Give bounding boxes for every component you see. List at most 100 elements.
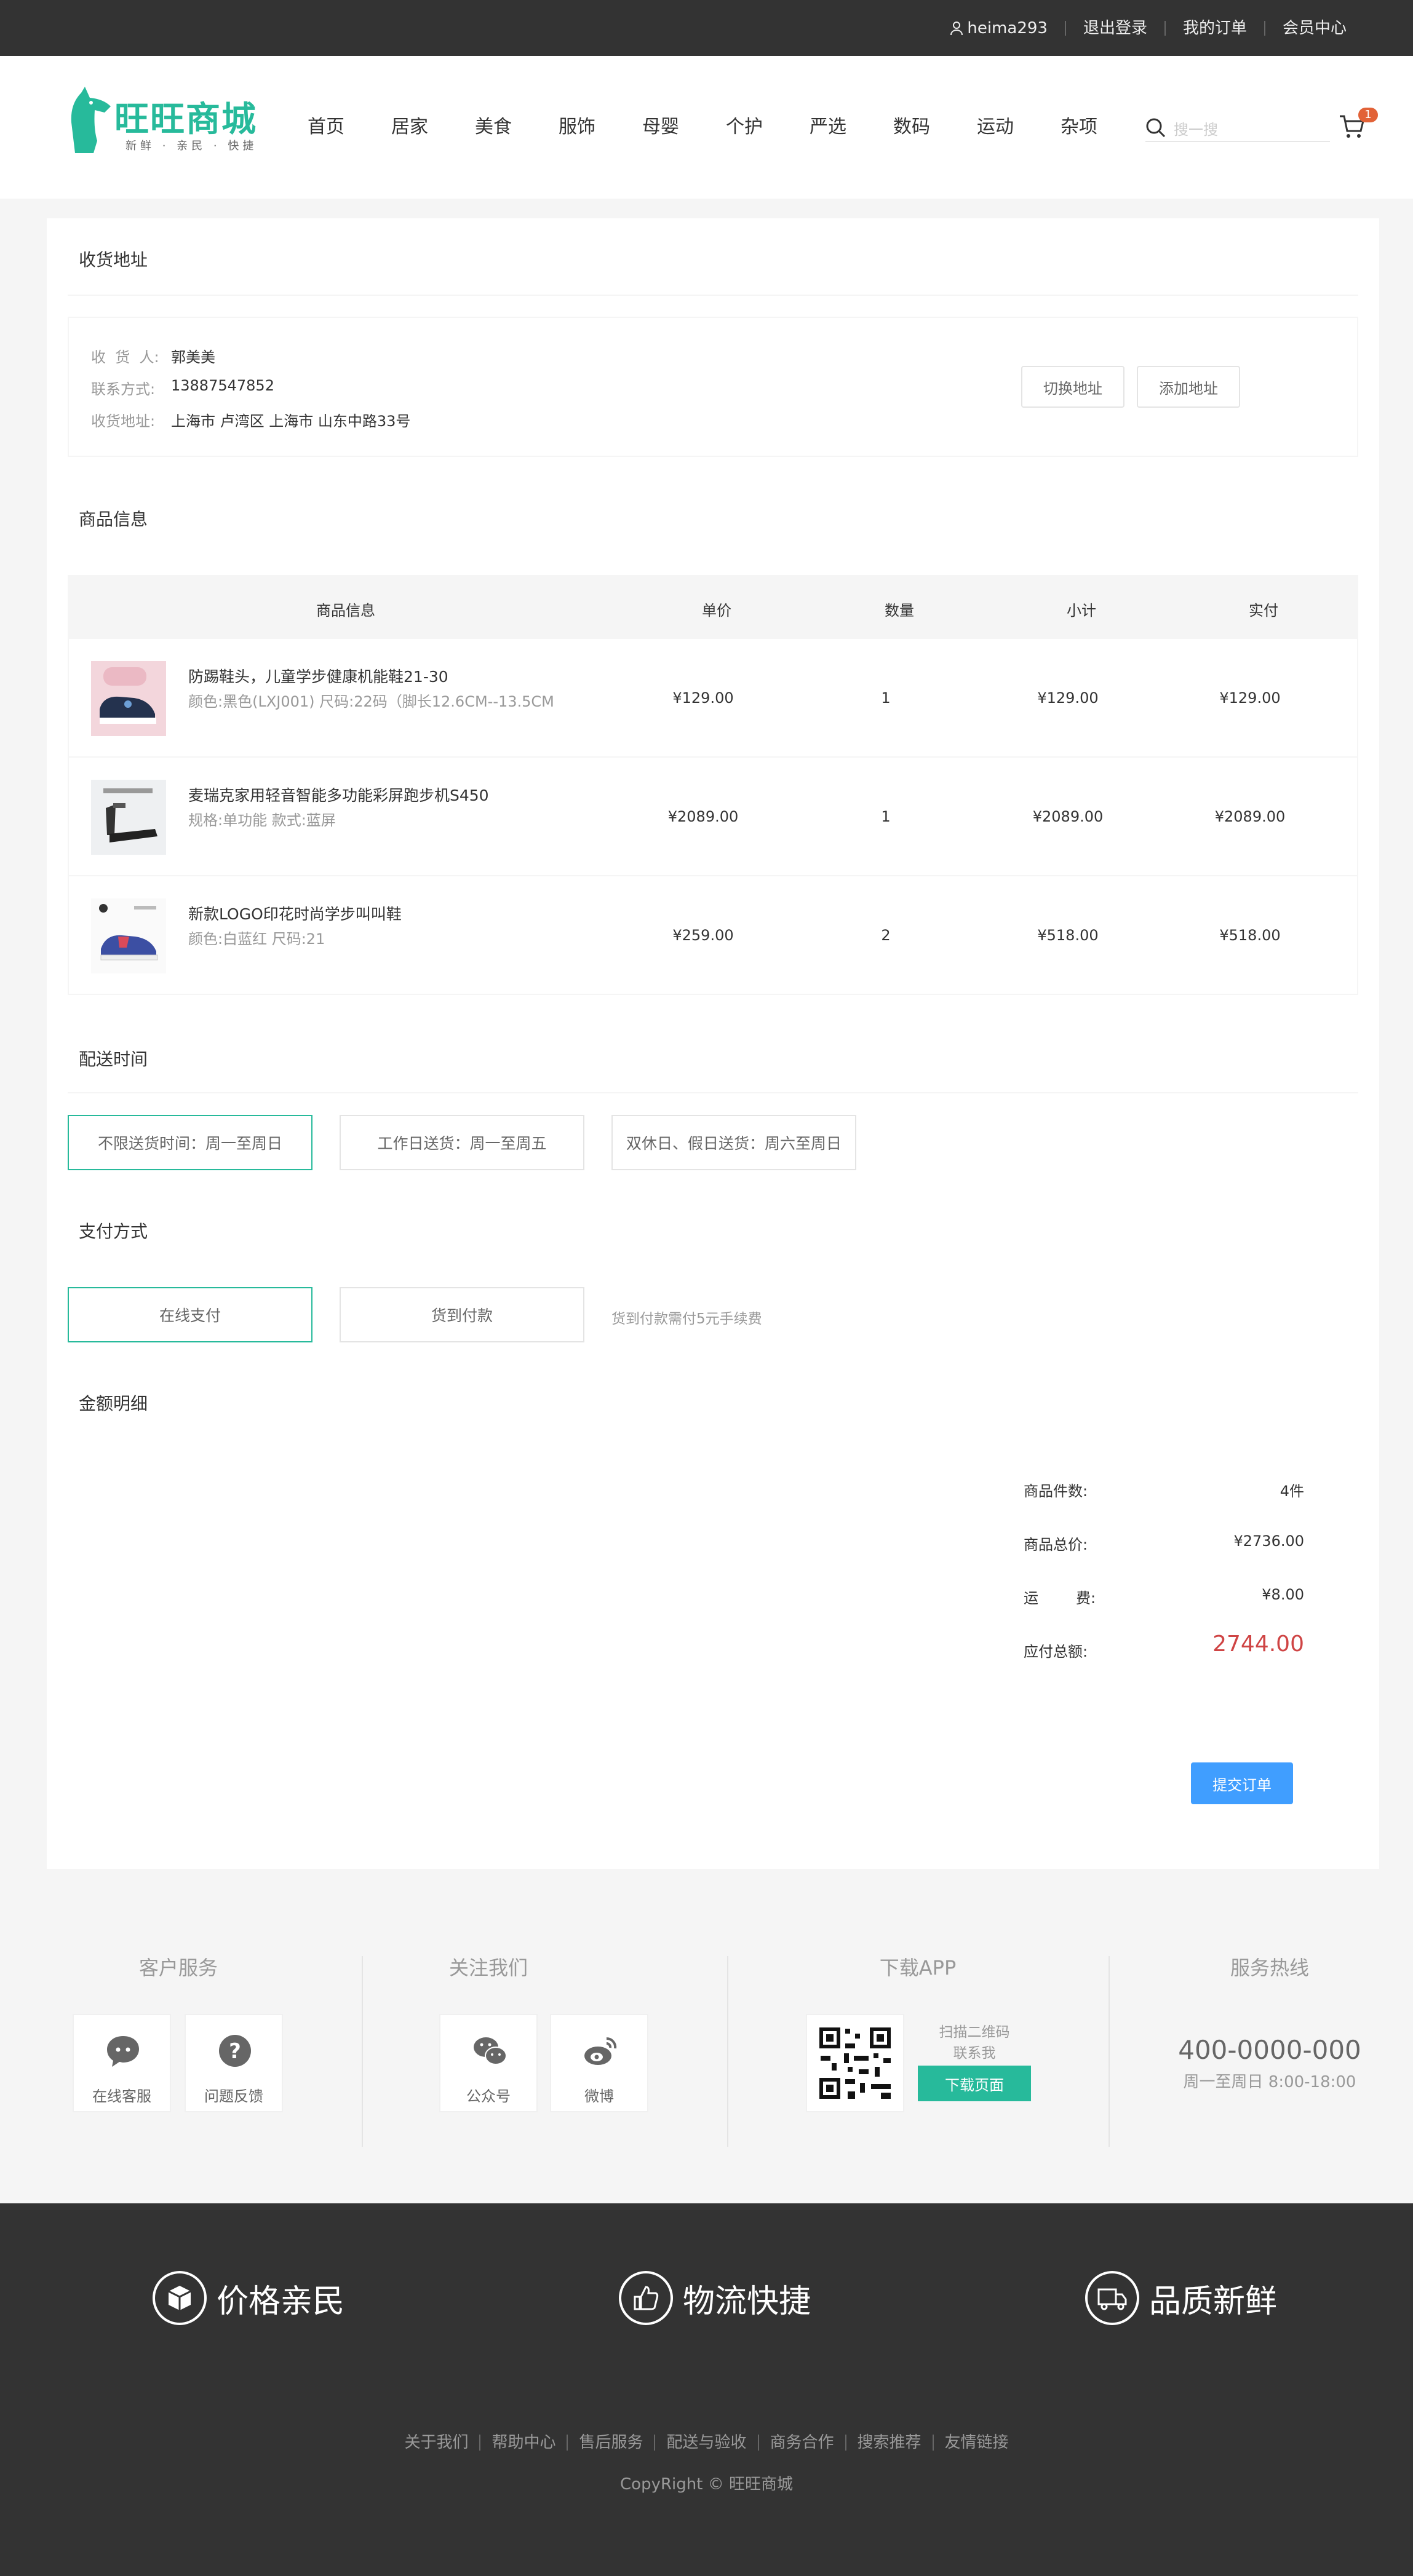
subtotal: ¥518.00 [1037, 927, 1099, 944]
follow-us-title: 关注我们 [448, 1956, 528, 1980]
brand-slogan: 新鲜 · 亲民 · 快捷 [125, 140, 258, 153]
wechat-icon [474, 2037, 507, 2065]
address-row: 收货地址: 上海市 卢湾区 上海市 山东中路33号 [91, 409, 410, 430]
payment-section-title: 支付方式 [79, 1221, 148, 1242]
table-row: 新款LOGO印花时尚学步叫叫鞋 颜色:白蓝红 尺码:21 ¥259.00 2 ¥… [68, 876, 1358, 995]
delivery-option-weekend[interactable]: 双休日、假日送货：周六至周日 [611, 1115, 856, 1170]
footer-link-friends[interactable]: 友情链接 [932, 2435, 1020, 2451]
goods-section-title: 商品信息 [79, 509, 148, 529]
main-nav: 首页 居家 美食 服饰 母婴 个护 严选 数码 运动 杂项 [308, 111, 1144, 138]
col-subtotal: 小计 [1067, 602, 1096, 619]
payment-online-option[interactable]: 在线支付 [68, 1287, 312, 1342]
delivery-option-any[interactable]: 不限送货时间：周一至周日 [68, 1115, 312, 1170]
item-count-value: 4件 [1280, 1483, 1304, 1500]
nav-item-selected[interactable]: 严选 [810, 111, 893, 138]
question-icon: ? [219, 2035, 251, 2067]
hotline-number: 400-0000-000 [1178, 2035, 1361, 2065]
product-name[interactable]: 新款LOGO印花时尚学步叫叫鞋 [188, 902, 402, 924]
switch-address-button[interactable]: 切换地址 [1021, 366, 1124, 408]
col-paid: 实付 [1249, 602, 1278, 619]
nav-item-food[interactable]: 美食 [475, 111, 559, 138]
weibo-card[interactable]: 微博 [550, 2014, 648, 2112]
col-goods-info: 商品信息 [316, 602, 375, 619]
product-name[interactable]: 防踢鞋头，儿童学步健康机能鞋21-30 [188, 665, 448, 687]
footer-link-business[interactable]: 商务合作 [757, 2435, 845, 2451]
quantity: 2 [881, 927, 891, 944]
weibo-icon [584, 2037, 617, 2065]
product-image-shoe[interactable] [91, 661, 166, 736]
checkout-panel: 收货地址 收 货 人: 郭美美 联系方式: 13887547852 收货地址: … [47, 218, 1379, 1869]
member-center-link[interactable]: 会员中心 [1264, 20, 1364, 36]
customer-service-title: 客户服务 [138, 1956, 218, 1980]
submit-order-button[interactable]: 提交订单 [1191, 1762, 1293, 1804]
receiver-row: 收 货 人: 郭美美 [91, 345, 215, 367]
footer-link-help[interactable]: 帮助中心 [479, 2435, 567, 2451]
user-link[interactable]: heima293 [933, 20, 1065, 36]
receiver-label: 收 货 人: [91, 349, 159, 366]
service-footer: 客户服务 在线客服 ? 问题反馈 关注我们 公众号 微博 下载APP 扫描二维码 [0, 1891, 1413, 2203]
online-service-card[interactable]: 在线客服 [73, 2014, 171, 2112]
promise-price-text: 价格亲民 [217, 2283, 345, 2320]
my-orders-link[interactable]: 我的订单 [1164, 20, 1264, 36]
footer-link-delivery[interactable]: 配送与验收 [654, 2435, 757, 2451]
paid-amount: ¥129.00 [1219, 689, 1281, 707]
nav-item-digital[interactable]: 数码 [893, 111, 977, 138]
promise-price: 价格亲民 [153, 2271, 344, 2325]
download-app-title: 下载APP [879, 1956, 957, 1980]
cart-button[interactable]: 1 [1339, 108, 1378, 143]
svg-text:?: ? [229, 2039, 241, 2064]
subtotal: ¥2089.00 [1032, 808, 1104, 825]
product-image-treadmill[interactable] [91, 780, 166, 855]
phone-row: 联系方式: 13887547852 [91, 377, 274, 398]
logout-link[interactable]: 退出登录 [1064, 20, 1164, 36]
phone-label: 联系方式: [91, 381, 156, 398]
col-quantity: 数量 [885, 602, 914, 619]
freight-value: ¥8.00 [1262, 1586, 1304, 1603]
service-hours: 周一至周日 8:00-18:00 [1183, 2073, 1356, 2091]
nav-item-misc[interactable]: 杂项 [1061, 111, 1144, 138]
weibo-label: 微博 [584, 2088, 614, 2105]
unit-price: ¥2089.00 [667, 808, 739, 825]
payment-cod-option[interactable]: 货到付款 [340, 1287, 584, 1342]
table-row: 防踢鞋头，儿童学步健康机能鞋21-30 颜色:黑色(LXJ001) 尺码:22码… [68, 639, 1358, 758]
nav-item-sports[interactable]: 运动 [977, 111, 1061, 138]
footer-link-search[interactable]: 搜索推荐 [845, 2435, 933, 2451]
promise-logistics: 物流快捷 [619, 2271, 811, 2325]
feedback-card[interactable]: ? 问题反馈 [185, 2014, 283, 2112]
address-label: 收货地址: [91, 413, 156, 430]
delivery-option-workday[interactable]: 工作日送货：周一至周五 [340, 1115, 584, 1170]
nav-item-home[interactable]: 首页 [308, 111, 391, 138]
logo[interactable]: 旺旺商城 新鲜 · 亲民 · 快捷 [66, 85, 269, 159]
brand-name: 旺旺商城 [114, 100, 257, 140]
address-value: 上海市 卢湾区 上海市 山东中路33号 [171, 413, 411, 430]
unit-price: ¥259.00 [672, 927, 734, 944]
nav-item-baby[interactable]: 母婴 [642, 111, 726, 138]
box-icon [153, 2271, 207, 2325]
goods-total-value: ¥2736.00 [1233, 1532, 1304, 1550]
footer-link-aftersales[interactable]: 售后服务 [567, 2435, 654, 2451]
product-image-squeaky-shoe[interactable] [91, 898, 166, 973]
goods-table-header: 商品信息 单价 数量 小计 实付 [68, 575, 1358, 639]
quantity: 1 [881, 808, 891, 825]
truck-icon [1085, 2271, 1139, 2325]
search-icon[interactable] [1145, 117, 1166, 138]
freight-label: 运 费: [1024, 1590, 1096, 1607]
add-address-button[interactable]: 添加地址 [1137, 366, 1240, 408]
download-page-button[interactable]: 下载页面 [918, 2066, 1031, 2101]
paid-amount: ¥2089.00 [1214, 808, 1286, 825]
wechat-label: 公众号 [466, 2088, 511, 2105]
product-attr: 颜色:白蓝红 尺码:21 [188, 930, 325, 948]
nav-item-home-goods[interactable]: 居家 [391, 111, 475, 138]
search-input[interactable]: 搜一搜 [1174, 117, 1218, 139]
footer-links: 关于我们 帮助中心 售后服务 配送与验收 商务合作 搜索推荐 友情链接 [0, 2435, 1413, 2451]
nav-item-care[interactable]: 个护 [726, 111, 810, 138]
col-unit-price: 单价 [702, 602, 731, 619]
amount-section-title: 金额明细 [79, 1393, 148, 1414]
nav-item-clothing[interactable]: 服饰 [559, 111, 642, 138]
product-name[interactable]: 麦瑞克家用轻音智能多功能彩屏跑步机S450 [188, 783, 489, 806]
subtotal: ¥129.00 [1037, 689, 1099, 707]
goods-total-label: 商品总价: [1024, 1536, 1088, 1553]
search-bar[interactable]: 搜一搜 [1145, 115, 1330, 142]
wechat-card[interactable]: 公众号 [439, 2014, 538, 2112]
footer-link-about[interactable]: 关于我们 [393, 2435, 479, 2451]
